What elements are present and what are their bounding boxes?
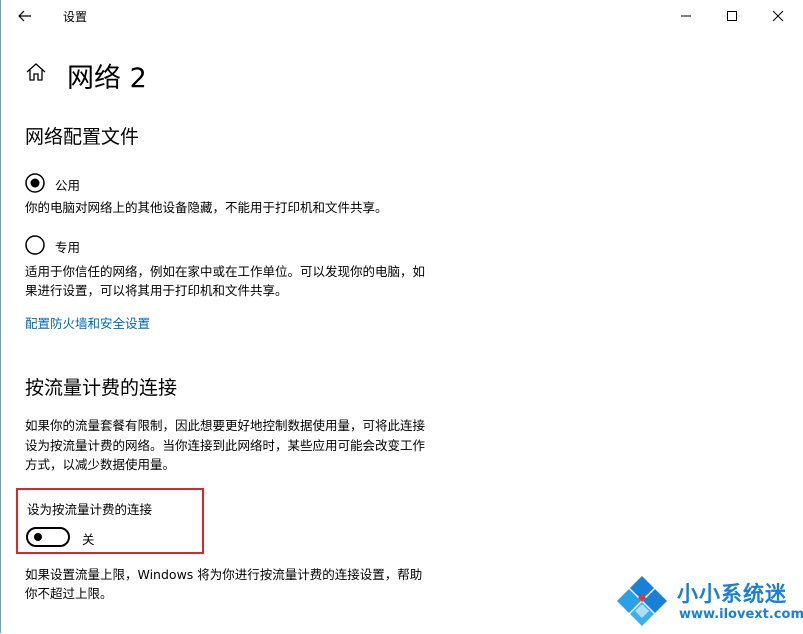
watermark-logo-icon: [613, 572, 671, 630]
limit-note-line1: 如果设置流量上限，Windows 将为你进行按流量计费的连接设置，帮助: [25, 567, 423, 582]
minimize-icon[interactable]: [663, 2, 709, 30]
page-title: 网络 2: [67, 63, 147, 94]
watermark-url: www.ilovext.com: [679, 607, 803, 622]
title-bar: 设置: [1, 0, 803, 32]
metered-toggle-label: 设为按流量计费的连接: [27, 502, 153, 517]
public-description: 你的电脑对网络上的其他设备隐藏，不能用于打印机和文件共享。: [25, 200, 388, 215]
home-icon[interactable]: [25, 62, 47, 82]
metered-toggle-state: 关: [82, 532, 95, 547]
back-arrow-icon[interactable]: [15, 6, 35, 26]
metered-description-line1: 如果你的流量套餐有限制，因此想要更好地控制数据使用量，可将此连接: [25, 418, 426, 433]
firewall-settings-link[interactable]: 配置防火墙和安全设置: [25, 313, 150, 332]
radio-private-label[interactable]: 专用: [55, 237, 80, 256]
watermark-name: 小小系统迷: [677, 582, 787, 606]
radio-public-label[interactable]: 公用: [55, 175, 80, 194]
private-description-line2: 果进行设置，可以将其用于打印机和文件共享。: [25, 283, 288, 298]
radio-private[interactable]: [25, 235, 45, 255]
profile-heading: 网络配置文件: [25, 126, 140, 148]
close-icon[interactable]: [755, 2, 801, 30]
metered-description-line2: 设为按流量计费的网络。当你连接到此网络时，某些应用可能会改变工作: [25, 438, 426, 453]
private-description-line1: 适用于你信任的网络，例如在家中或在工作单位。可以发现你的电脑，如: [25, 264, 426, 279]
metered-toggle[interactable]: [26, 527, 70, 547]
metered-heading: 按流量计费的连接: [25, 377, 178, 399]
maximize-icon[interactable]: [709, 2, 755, 30]
metered-description-line3: 方式，以减少数据使用量。: [25, 457, 176, 472]
toggle-knob: [34, 533, 42, 541]
radio-public[interactable]: [25, 173, 45, 193]
watermark: 小小系统迷 www.ilovext.com: [613, 572, 803, 630]
window-title: 设置: [63, 10, 88, 24]
limit-note-line2: 你不超过上限。: [25, 586, 113, 601]
